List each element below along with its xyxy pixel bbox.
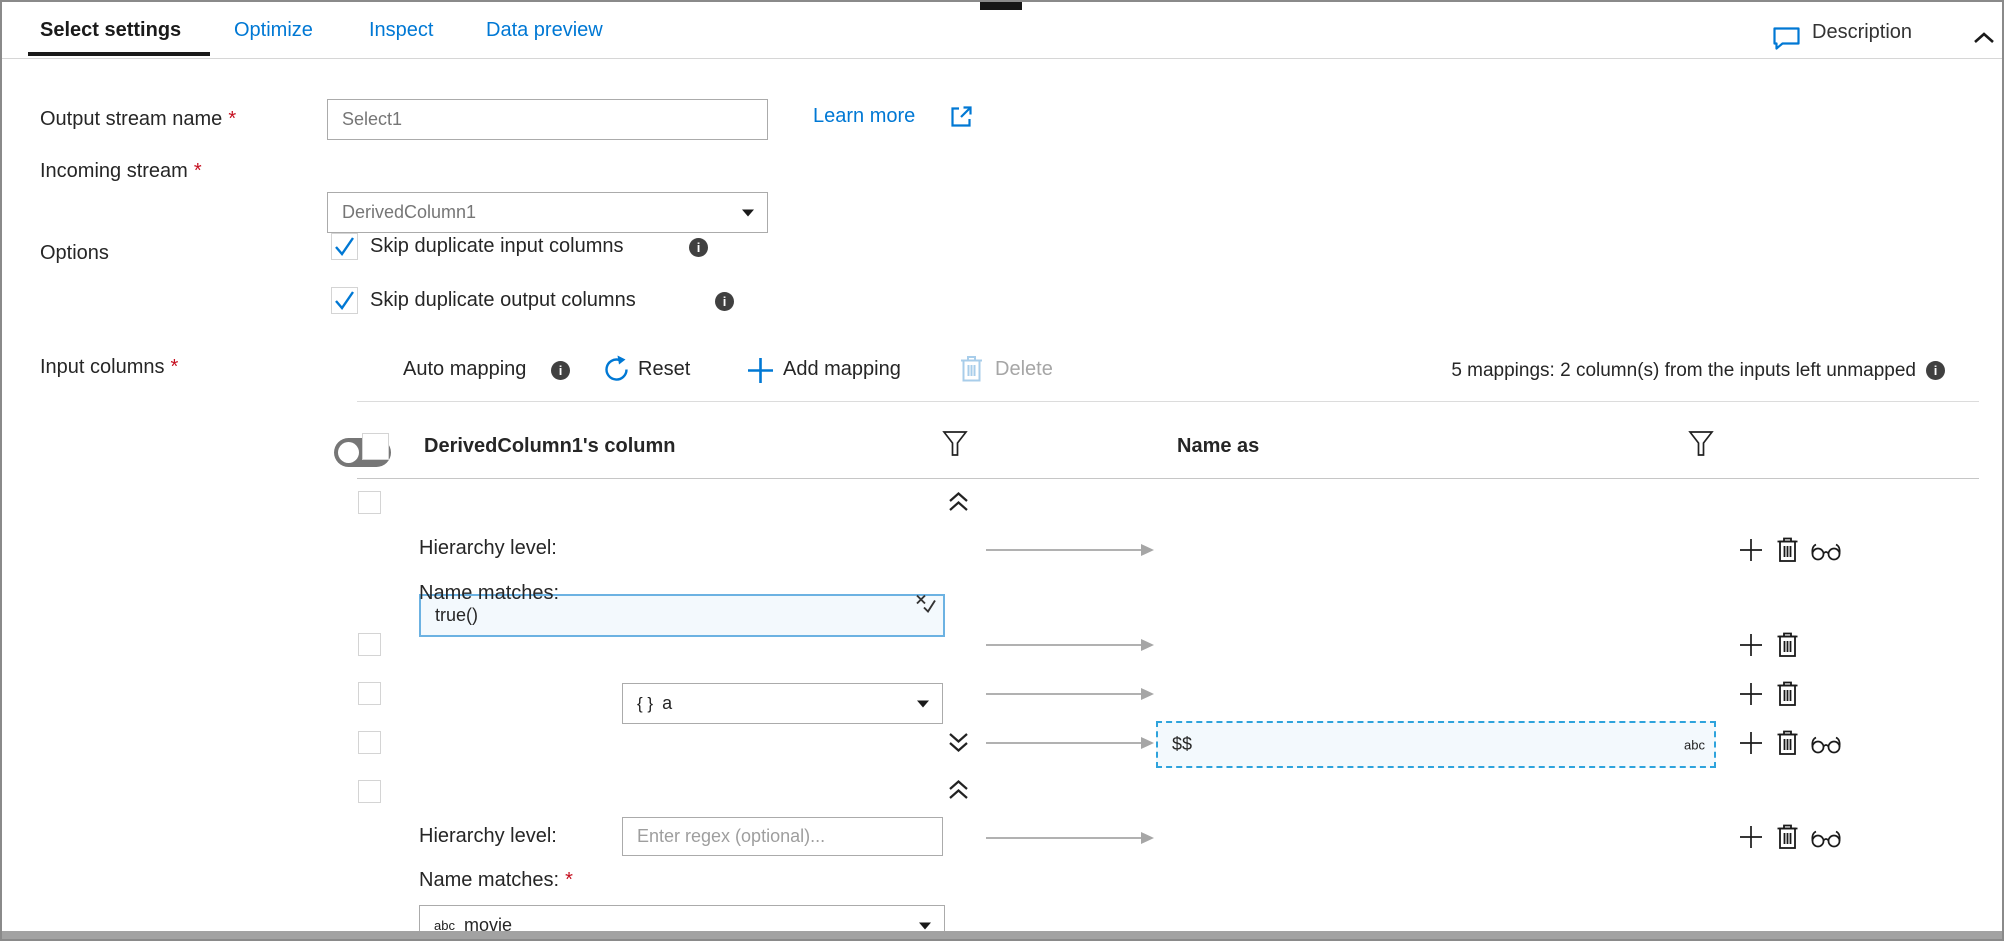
comment-icon[interactable] bbox=[1772, 26, 1801, 51]
active-tab-underline bbox=[28, 52, 210, 56]
skip-input-checkbox[interactable] bbox=[331, 233, 358, 260]
caret-down-icon bbox=[916, 699, 930, 708]
name-matches-label: Name matches: bbox=[419, 582, 559, 605]
rule1-regex-field bbox=[622, 817, 943, 856]
required-asterisk: * bbox=[565, 869, 573, 891]
rule1-name-as-field: abc bbox=[1156, 721, 1716, 768]
add-row-icon[interactable] bbox=[1739, 538, 1763, 562]
incoming-stream-select[interactable]: DerivedColumn1 bbox=[327, 192, 768, 233]
collapse-icon[interactable] bbox=[946, 490, 971, 515]
hierarchy-level-label: Hierarchy level: bbox=[419, 825, 557, 848]
rule1-regex-input[interactable] bbox=[623, 826, 942, 847]
chevron-up-icon[interactable] bbox=[1972, 31, 1996, 45]
filter-icon[interactable] bbox=[942, 430, 968, 458]
trash-icon[interactable] bbox=[1776, 536, 1799, 563]
expand-icon[interactable] bbox=[946, 729, 971, 754]
check-icon bbox=[332, 234, 357, 259]
column-header-input: DerivedColumn1's column bbox=[424, 435, 675, 458]
tab-inspect[interactable]: Inspect bbox=[369, 19, 433, 42]
trash-icon[interactable] bbox=[1776, 823, 1799, 850]
row-checkbox[interactable] bbox=[358, 780, 381, 803]
add-row-icon[interactable] bbox=[1739, 731, 1763, 755]
reset-button[interactable]: Reset bbox=[638, 358, 690, 381]
info-icon[interactable]: i bbox=[715, 292, 734, 311]
expression-icon[interactable] bbox=[913, 593, 937, 616]
skip-input-label: Skip duplicate input columns bbox=[370, 235, 623, 258]
check-icon bbox=[332, 288, 357, 313]
row-checkbox[interactable] bbox=[358, 633, 381, 656]
row-checkbox[interactable] bbox=[358, 682, 381, 705]
add-mapping-button[interactable]: Add mapping bbox=[783, 358, 901, 381]
collapse-icon[interactable] bbox=[946, 778, 971, 803]
incoming-stream-label: Incoming stream* bbox=[40, 160, 202, 183]
rule1-name-as-input[interactable] bbox=[1158, 734, 1714, 755]
external-link-icon[interactable] bbox=[949, 104, 974, 129]
mapping-arrow bbox=[986, 736, 1156, 750]
select-settings-panel: Select settings Optimize Inspect Data pr… bbox=[0, 0, 2004, 941]
caret-down-icon bbox=[741, 208, 755, 217]
output-stream-field bbox=[327, 99, 768, 140]
tab-optimize[interactable]: Optimize bbox=[234, 19, 313, 42]
rule1-condition-input[interactable] bbox=[421, 605, 913, 626]
mapping-arrow bbox=[986, 638, 1156, 652]
column-header-name-as: Name as bbox=[1177, 435, 1259, 458]
eyeglasses-icon[interactable] bbox=[1810, 735, 1842, 754]
mapping-arrow bbox=[986, 831, 1156, 845]
hierarchy-level-label: Hierarchy level: bbox=[419, 537, 557, 560]
eyeglasses-icon[interactable] bbox=[1810, 829, 1842, 848]
rule1-hierarchy-select[interactable]: { } a bbox=[622, 683, 943, 724]
mapping-summary: 5 mappings: 2 column(s) from the inputs … bbox=[1451, 360, 1916, 382]
options-label: Options bbox=[40, 242, 109, 265]
required-asterisk: * bbox=[171, 356, 179, 378]
mapping-arrow bbox=[986, 543, 1156, 557]
add-row-icon[interactable] bbox=[1739, 682, 1763, 706]
drag-handle[interactable] bbox=[980, 2, 1022, 10]
trash-icon[interactable] bbox=[1776, 631, 1799, 658]
select-all-checkbox[interactable] bbox=[362, 433, 389, 460]
add-row-icon[interactable] bbox=[1739, 633, 1763, 657]
required-asterisk: * bbox=[228, 108, 236, 130]
add-row-icon[interactable] bbox=[1739, 825, 1763, 849]
trash-icon[interactable] bbox=[1776, 729, 1799, 756]
delete-button: Delete bbox=[995, 358, 1053, 381]
tabbar-divider bbox=[2, 58, 2002, 59]
required-asterisk: * bbox=[194, 160, 202, 182]
delete-trash-icon bbox=[959, 354, 984, 383]
skip-output-label: Skip duplicate output columns bbox=[370, 289, 636, 312]
tab-data-preview[interactable]: Data preview bbox=[486, 19, 603, 42]
input-columns-label: Input columns* bbox=[40, 356, 178, 379]
info-icon[interactable]: i bbox=[551, 361, 570, 380]
learn-more-link[interactable]: Learn more bbox=[813, 105, 915, 128]
output-stream-label: Output stream name* bbox=[40, 108, 236, 131]
info-icon[interactable]: i bbox=[1926, 361, 1945, 380]
auto-mapping-label: Auto mapping bbox=[403, 358, 526, 381]
braces-icon: { } bbox=[637, 694, 653, 714]
trash-icon[interactable] bbox=[1776, 680, 1799, 707]
reset-icon[interactable] bbox=[602, 355, 630, 384]
output-stream-input[interactable] bbox=[328, 109, 767, 130]
row-checkbox[interactable] bbox=[358, 731, 381, 754]
eyeglasses-icon[interactable] bbox=[1810, 542, 1842, 561]
description-button[interactable]: Description bbox=[1812, 21, 1912, 44]
skip-output-checkbox[interactable] bbox=[331, 287, 358, 314]
info-icon[interactable]: i bbox=[689, 238, 708, 257]
horizontal-scrollbar[interactable] bbox=[2, 931, 2002, 939]
tab-select-settings[interactable]: Select settings bbox=[40, 19, 181, 42]
table-top-border bbox=[357, 401, 1979, 402]
mapping-arrow bbox=[986, 687, 1156, 701]
filter-icon[interactable] bbox=[1688, 430, 1714, 458]
abc-tag: abc bbox=[1684, 737, 1705, 752]
caret-down-icon bbox=[918, 921, 932, 930]
name-matches-label: Name matches:* bbox=[419, 869, 573, 892]
toggle-knob bbox=[338, 442, 359, 463]
table-header-border bbox=[357, 478, 1979, 479]
add-mapping-plus-icon[interactable] bbox=[746, 356, 775, 385]
row-checkbox[interactable] bbox=[358, 491, 381, 514]
